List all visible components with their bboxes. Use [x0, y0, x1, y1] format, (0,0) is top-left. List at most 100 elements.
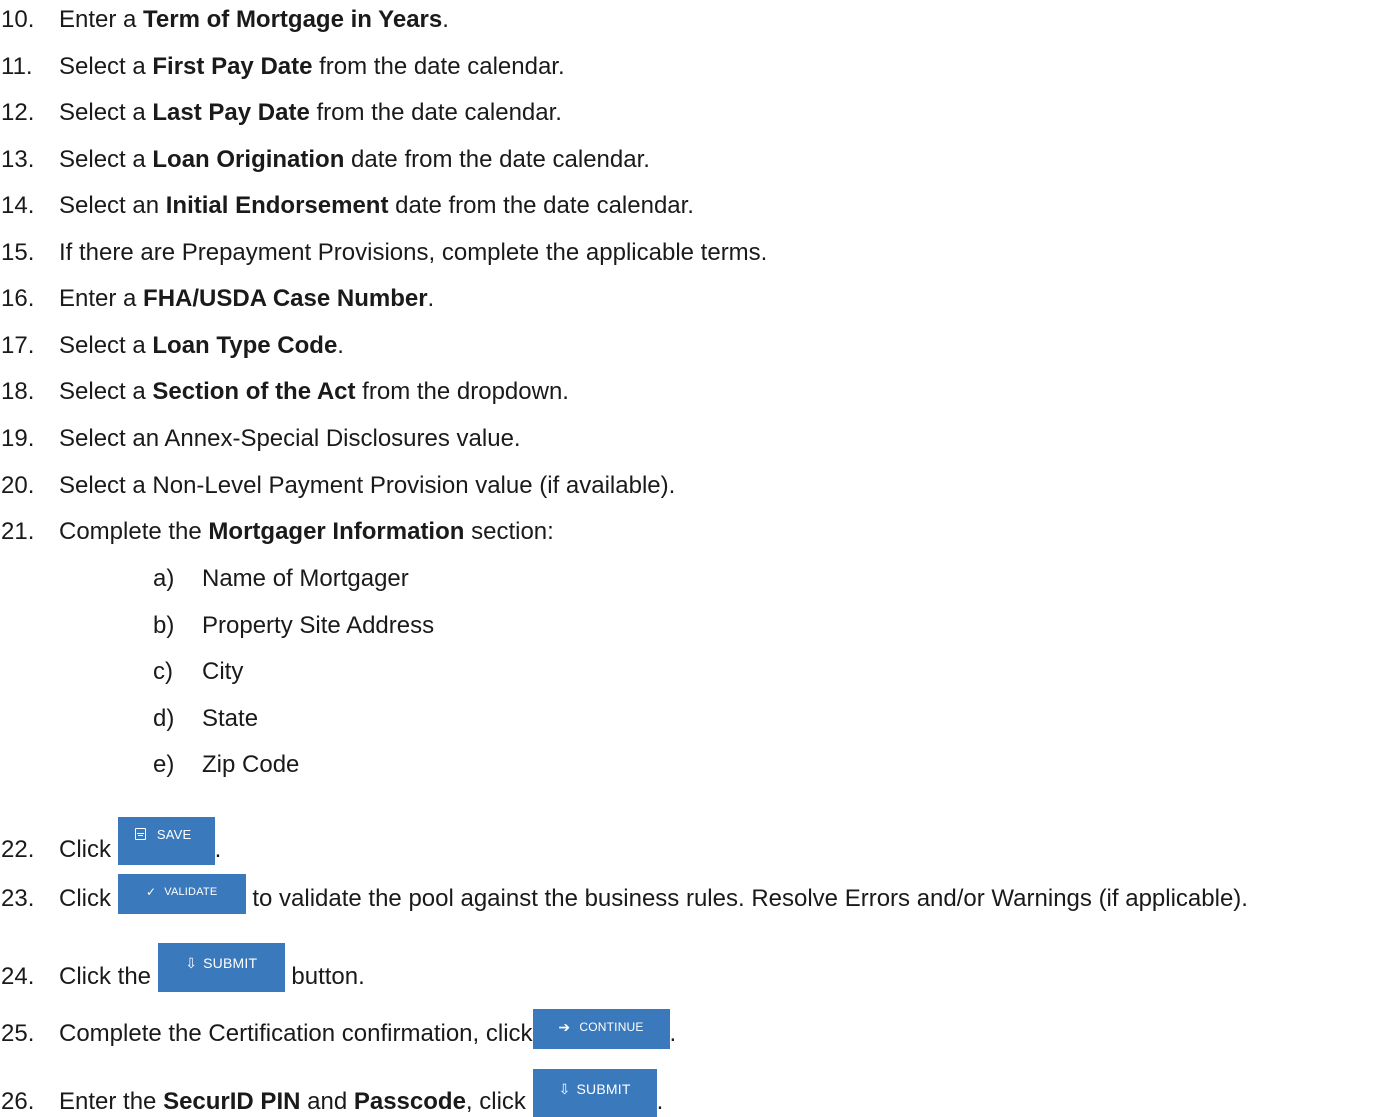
- step-text: .: [669, 1020, 677, 1047]
- step-number: 13.: [1, 146, 35, 173]
- step-number: 15.: [1, 239, 35, 266]
- step-bold: Loan Type Code: [152, 332, 338, 359]
- step-text: Select an Annex-Special Disclosures valu…: [59, 425, 521, 452]
- step-text: Select a Non-Level Payment Provision val…: [59, 472, 676, 499]
- step-text: date from the date calendar.: [344, 146, 650, 173]
- step-14: 14. Select an Initial Endorsement date fr…: [0, 191, 694, 221]
- substep-d: d) State: [153, 704, 258, 734]
- step-24: 24. Click the ⇩ SUBMIT button.: [0, 943, 365, 992]
- save-button-label: SAVE: [156, 827, 192, 842]
- step-text: Enter the: [59, 1088, 164, 1115]
- step-number: 16.: [1, 285, 35, 312]
- step-text: , click: [465, 1088, 533, 1115]
- substep-text: Property Site Address: [202, 612, 435, 639]
- step-bold: Term of Mortgage in Years: [143, 6, 443, 33]
- step-25: 25. Complete the Certification confirmati…: [0, 1009, 676, 1049]
- step-15: 15. If there are Prepayment Provisions, c…: [0, 238, 767, 268]
- step-bold: Last Pay Date: [152, 99, 310, 126]
- download-arrow-icon: ⇩: [185, 955, 198, 971]
- step-19: 19. Select an Annex-Special Disclosures v…: [0, 424, 521, 454]
- substep-letter: e): [153, 751, 175, 778]
- step-bold: FHA/USDA Case Number: [143, 285, 428, 312]
- substep-c: c) City: [153, 657, 243, 687]
- save-button[interactable]: SAVE: [117, 817, 215, 865]
- step-20: 20. Select a Non-Level Payment Provision …: [0, 471, 675, 501]
- substep-letter: b): [153, 612, 175, 639]
- step-text: .: [656, 1088, 664, 1115]
- step-number: 22.: [1, 836, 35, 863]
- submit-button-label: SUBMIT: [576, 1081, 631, 1097]
- validate-button[interactable]: ✓ VALIDATE: [117, 874, 246, 914]
- step-bold: Mortgager Information: [208, 518, 465, 545]
- substep-text: State: [202, 705, 259, 732]
- floppy-disk-icon: [134, 828, 146, 840]
- step-number: 23.: [1, 885, 35, 912]
- submit-button[interactable]: ⇩ SUBMIT: [532, 1069, 657, 1117]
- substep-text: City: [202, 658, 244, 685]
- step-text: Enter a: [59, 6, 144, 33]
- step-21: 21. Complete the Mortgager Information se…: [0, 517, 554, 547]
- step-number: 26.: [1, 1088, 35, 1115]
- step-text: date from the date calendar.: [388, 192, 694, 219]
- step-number: 12.: [1, 99, 35, 126]
- continue-button-label: CONTINUE: [579, 1020, 644, 1034]
- step-text: from the date calendar.: [309, 99, 562, 126]
- step-13: 13. Select a Loan Origination date from t…: [0, 145, 650, 175]
- step-22: 22. Click SAVE.: [0, 817, 221, 865]
- step-text: to validate the pool against the busines…: [245, 885, 1248, 912]
- step-number: 14.: [1, 192, 35, 219]
- step-23: 23. Click ✓ VALIDATE to validate the pool …: [0, 874, 1248, 914]
- step-text: button.: [284, 963, 365, 990]
- step-number: 17.: [1, 332, 35, 359]
- step-bold: Passcode: [353, 1088, 466, 1115]
- step-text: section:: [464, 518, 554, 545]
- step-number: 25.: [1, 1020, 35, 1047]
- substep-letter: c): [153, 658, 173, 685]
- step-number: 19.: [1, 425, 35, 452]
- download-arrow-icon: ⇩: [558, 1081, 571, 1097]
- step-10: 10. Enter a Term of Mortgage in Years.: [0, 5, 449, 35]
- step-text: Select a: [59, 99, 153, 126]
- substep-e: e) Zip Code: [153, 750, 299, 780]
- step-number: 20.: [1, 472, 35, 499]
- substep-b: b) Property Site Address: [153, 611, 434, 641]
- step-number: 11.: [1, 53, 33, 80]
- step-12: 12. Select a Last Pay Date from the date …: [0, 98, 562, 128]
- step-text: and: [300, 1088, 354, 1115]
- step-number: 10.: [1, 6, 35, 33]
- step-bold: Initial Endorsement: [165, 192, 389, 219]
- submit-button[interactable]: ⇩ SUBMIT: [157, 943, 285, 992]
- checkmark-icon: ✓: [145, 885, 157, 899]
- substep-a: a) Name of Mortgager: [153, 564, 409, 594]
- step-text: Select a: [59, 332, 153, 359]
- step-number: 21.: [1, 518, 35, 545]
- step-16: 16. Enter a FHA/USDA Case Number.: [0, 284, 434, 314]
- step-text: Select a: [59, 146, 153, 173]
- step-text: Select a: [59, 378, 153, 405]
- step-text: Click: [59, 885, 118, 912]
- step-bold: Section of the Act: [152, 378, 356, 405]
- step-17: 17. Select a Loan Type Code.: [0, 331, 344, 361]
- substep-letter: a): [153, 565, 175, 592]
- step-18: 18. Select a Section of the Act from the …: [0, 377, 569, 407]
- step-number: 18.: [1, 378, 35, 405]
- step-bold: First Pay Date: [152, 53, 313, 80]
- continue-button[interactable]: ➔ CONTINUE: [532, 1009, 670, 1049]
- step-text: .: [214, 836, 222, 863]
- step-bold: SecurID PIN: [163, 1088, 301, 1115]
- step-text: from the dropdown.: [355, 378, 569, 405]
- step-text: .: [442, 6, 449, 33]
- step-text: .: [427, 285, 435, 312]
- step-bold: Loan Origination: [152, 146, 345, 173]
- validate-button-label: VALIDATE: [164, 886, 218, 898]
- step-11: 11. Select a First Pay Date from the date…: [0, 52, 565, 82]
- step-text: .: [337, 332, 344, 359]
- substep-text: Zip Code: [202, 751, 300, 778]
- step-text: Complete the Certification confirmation,…: [59, 1020, 533, 1047]
- submit-button-label: SUBMIT: [203, 955, 258, 971]
- substep-text: Name of Mortgager: [202, 565, 409, 592]
- step-26: 26. Enter the SecurID PIN and Passcode, c…: [0, 1069, 663, 1117]
- step-text: If there are Prepayment Provisions, comp…: [59, 239, 768, 266]
- step-text: Select an: [59, 192, 166, 219]
- step-text: Enter a: [59, 285, 144, 312]
